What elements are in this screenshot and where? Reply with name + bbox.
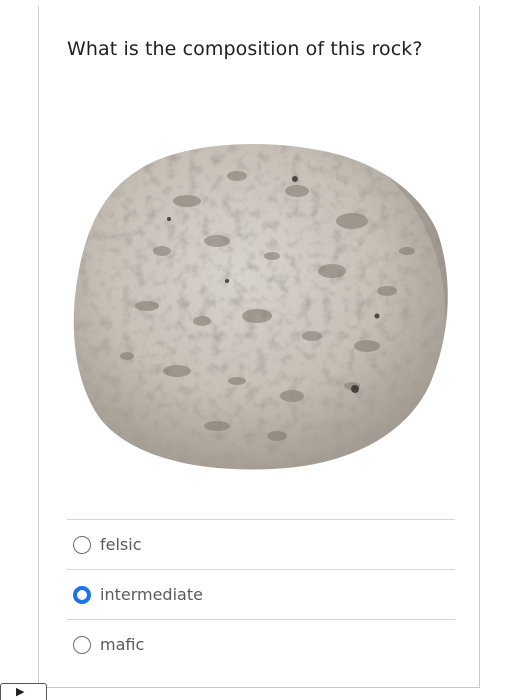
radio-unselected-icon[interactable] [73,535,91,554]
corner-tab[interactable]: ▶ [0,683,47,700]
option-label: mafic [100,635,145,654]
option-label: felsic [100,535,142,554]
option-label: intermediate [100,585,203,604]
play-arrow-icon: ▶ [16,685,25,698]
page: What is the composition of this rock? fe… [0,0,519,700]
option-felsic[interactable]: felsic [67,519,455,569]
answer-options: felsic intermediate mafic [67,519,455,669]
question-text: What is the composition of this rock? [67,38,423,60]
radio-selected-icon[interactable] [73,585,91,604]
option-intermediate[interactable]: intermediate [67,569,455,619]
option-mafic[interactable]: mafic [67,619,455,669]
radio-unselected-icon[interactable] [73,635,91,654]
question-card: What is the composition of this rock? fe… [38,6,480,688]
rock-image [73,144,448,470]
